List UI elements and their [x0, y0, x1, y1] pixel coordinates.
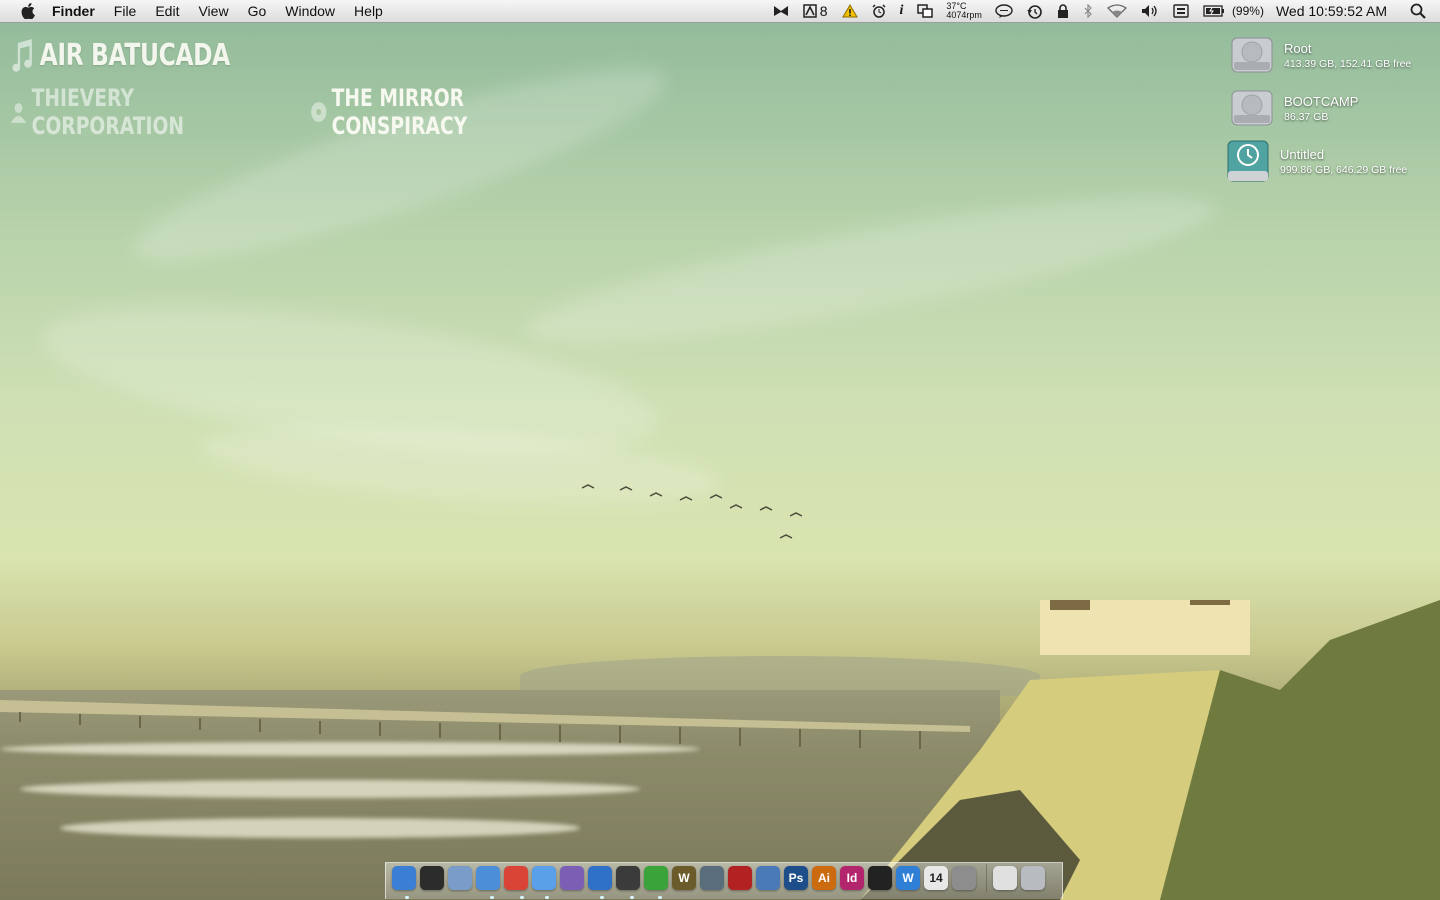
- screen-sharing-icon[interactable]: [917, 4, 934, 18]
- warning-icon[interactable]: [841, 4, 858, 18]
- drive-name: BOOTCAMP: [1284, 93, 1359, 109]
- apple-icon[interactable]: [18, 3, 38, 19]
- drive-bootcamp[interactable]: BOOTCAMP 86.37 GB: [1230, 87, 1358, 129]
- running-indicator: [490, 896, 494, 899]
- status-area: 8 i 37°C 4074rpm (99%) Wed 10:59:52 AM: [766, 0, 1440, 22]
- drive-info: 413.39 GB, 152.41 GB free: [1284, 57, 1412, 70]
- fan-speed-readout: 4074rpm: [946, 10, 982, 20]
- acrobat-icon[interactable]: [728, 866, 752, 890]
- temperature-monitor[interactable]: 37°C 4074rpm: [946, 2, 982, 20]
- itunes-icon[interactable]: [560, 866, 584, 890]
- running-indicator: [520, 896, 524, 899]
- indesign-icon[interactable]: Id: [840, 866, 864, 890]
- illustrator-icon[interactable]: Ai: [812, 866, 836, 890]
- aperture-icon[interactable]: [868, 866, 892, 890]
- word-icon[interactable]: W: [896, 866, 920, 890]
- wow-icon[interactable]: W: [672, 866, 696, 890]
- drive-name: Untitled: [1280, 146, 1325, 162]
- now-playing-widget: AIR BATUCADA THIEVERY CORPORATION THE MI…: [10, 38, 467, 140]
- hard-drive-icon: [1231, 37, 1273, 73]
- calendar-icon[interactable]: 14: [924, 866, 948, 890]
- lock-icon[interactable]: [1057, 4, 1069, 18]
- time-machine-drive-icon: [1227, 140, 1269, 182]
- artist-icon: [10, 103, 27, 123]
- running-indicator: [658, 896, 662, 899]
- menu-view[interactable]: View: [198, 3, 228, 19]
- running-indicator: [405, 896, 409, 899]
- finder-icon[interactable]: [392, 866, 416, 890]
- safari-icon[interactable]: [476, 866, 500, 890]
- drive-untitled[interactable]: Untitled 999.86 GB, 646.29 GB free: [1226, 139, 1407, 183]
- birds: [581, 484, 803, 539]
- xcode-icon[interactable]: [756, 866, 780, 890]
- utorrent-icon[interactable]: [644, 866, 668, 890]
- volume-icon[interactable]: [1141, 4, 1159, 18]
- drive-root[interactable]: Root 413.39 GB, 152.41 GB free: [1230, 34, 1411, 76]
- dock-separator: [986, 864, 987, 892]
- drive-name: Root: [1284, 40, 1312, 56]
- wifi-icon[interactable]: [1106, 4, 1127, 18]
- menu-go[interactable]: Go: [248, 3, 267, 19]
- adobe-updater-icon[interactable]: 8: [802, 3, 828, 19]
- pier: [0, 700, 970, 749]
- music-note-icon: [12, 38, 32, 72]
- menu-window[interactable]: Window: [285, 3, 335, 19]
- ichat-icon[interactable]: [532, 866, 556, 890]
- chat-icon[interactable]: [995, 4, 1013, 18]
- battery-icon[interactable]: [1203, 5, 1225, 17]
- menu-help[interactable]: Help: [354, 3, 383, 19]
- alarm-clock-icon[interactable]: [871, 4, 886, 18]
- chrome-icon[interactable]: [504, 866, 528, 890]
- menu-file[interactable]: File: [114, 3, 137, 19]
- cliff: [860, 600, 1440, 900]
- steam-icon[interactable]: [616, 866, 640, 890]
- dashboard-icon[interactable]: [420, 866, 444, 890]
- drive-info: 999.86 GB, 646.29 GB free: [1280, 163, 1408, 176]
- track-title: AIR BATUCADA: [39, 38, 231, 73]
- battery-percent: (99%): [1231, 4, 1264, 18]
- menu-bar: Finder File Edit View Go Window Help 8 i…: [0, 0, 1440, 23]
- trash-icon[interactable]: [1021, 866, 1045, 890]
- notification-count: 8: [819, 3, 828, 19]
- time-machine-icon[interactable]: [1026, 4, 1043, 19]
- hard-drive-icon: [1231, 90, 1273, 126]
- system-preferences-icon[interactable]: [952, 866, 976, 890]
- album-name: THE MIRROR CONSPIRACY: [331, 84, 468, 140]
- downloads-stack-icon[interactable]: [993, 866, 1017, 890]
- menu-edit[interactable]: Edit: [155, 3, 179, 19]
- globe-icon[interactable]: [700, 866, 724, 890]
- album-disc-icon: [310, 102, 327, 122]
- growl-icon[interactable]: [773, 4, 789, 18]
- menu-clock[interactable]: Wed 10:59:52 AM: [1276, 3, 1387, 19]
- running-indicator: [630, 896, 634, 899]
- info-icon[interactable]: i: [900, 3, 904, 19]
- spotlight-icon[interactable]: [1410, 3, 1426, 19]
- running-indicator: [600, 896, 604, 899]
- itunes-blue-icon[interactable]: [588, 866, 612, 890]
- keyboard-icon[interactable]: [1173, 4, 1189, 18]
- bluetooth-icon[interactable]: [1083, 4, 1093, 18]
- menu-finder[interactable]: Finder: [52, 3, 95, 19]
- dock-apps: W Ps Ai Id W 14: [392, 864, 1049, 892]
- artist-name: THIEVERY CORPORATION: [31, 84, 185, 140]
- photoshop-icon[interactable]: Ps: [784, 866, 808, 890]
- running-indicator: [545, 896, 549, 899]
- mail-icon[interactable]: [448, 866, 472, 890]
- drive-info: 86.37 GB: [1284, 110, 1329, 123]
